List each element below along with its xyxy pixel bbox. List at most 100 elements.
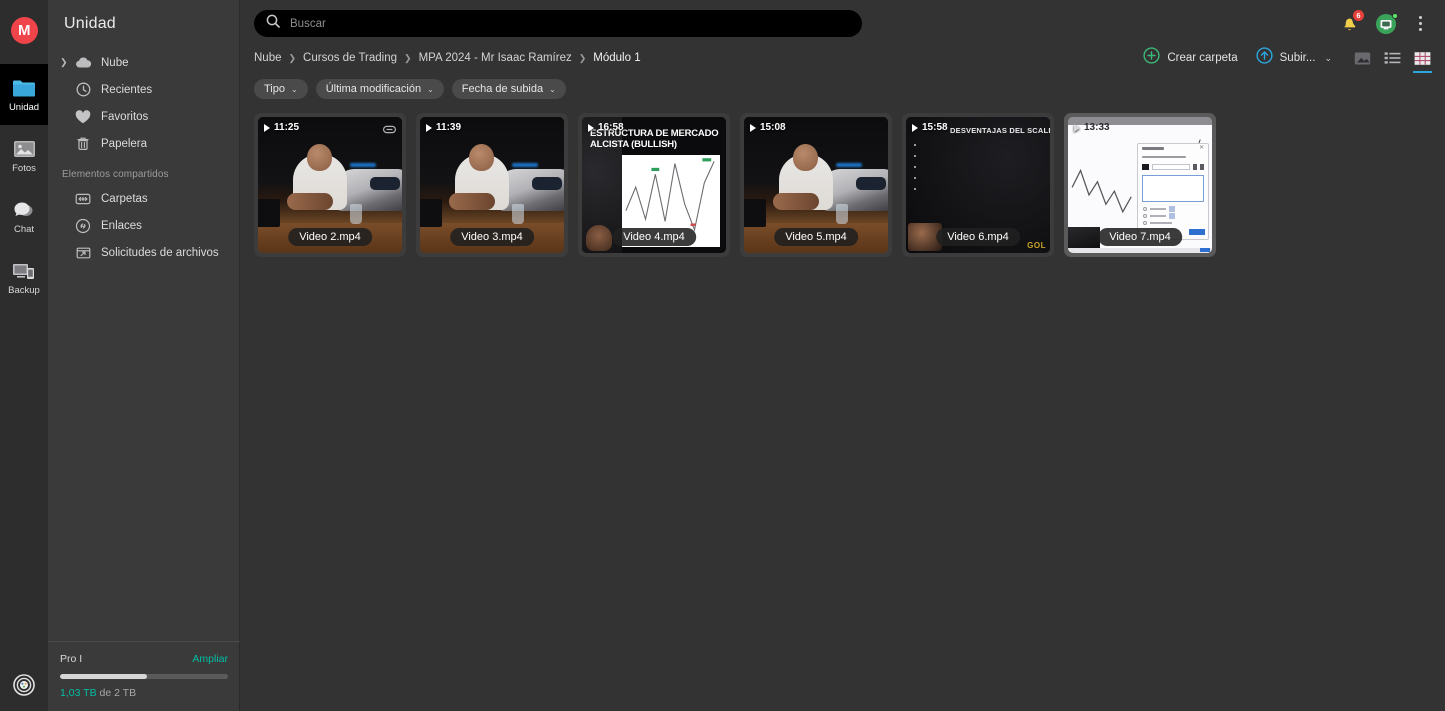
sidebar-item-favoritos[interactable]: Favoritos [48, 103, 239, 130]
filter-label: Fecha de subida [461, 83, 544, 95]
sidebar-item-label: Enlaces [101, 219, 142, 232]
filter-chip-ultima-modificacion[interactable]: Última modificación ⌄ [315, 79, 444, 99]
clock-icon [74, 81, 92, 99]
trash-icon [74, 135, 92, 153]
duration-text: 15:08 [760, 122, 786, 133]
filter-chip-tipo[interactable]: Tipo ⌄ [254, 79, 308, 99]
video-duration: 15:58 [912, 122, 948, 133]
folder-icon [11, 76, 37, 100]
search-input[interactable] [290, 17, 850, 30]
app-rail: M Unidad Fotos Chat Backup [0, 0, 48, 711]
file-card[interactable]: 15:08 Video 5.mp4 [740, 113, 892, 257]
breadcrumb-item-2[interactable]: MPA 2024 - Mr Isaac Ramírez [419, 52, 572, 64]
video-duration: 13:33 [1074, 122, 1110, 133]
sidebar-item-label: Nube [101, 56, 129, 69]
file-name: Video 4.mp4 [612, 228, 696, 246]
create-folder-button[interactable]: Crear carpeta [1143, 47, 1238, 69]
file-request-icon [74, 244, 92, 262]
link-icon[interactable] [383, 122, 397, 140]
rail-item-unidad[interactable]: Unidad [0, 64, 48, 125]
file-card[interactable]: 11:39 Video 3.mp4 [416, 113, 568, 257]
video-duration: 15:08 [750, 122, 786, 133]
sidebar-item-label: Carpetas [101, 192, 148, 205]
play-icon [264, 123, 270, 132]
rail-item-label: Backup [8, 285, 40, 297]
play-icon [1074, 123, 1080, 132]
file-grid: 11:25 Video 2.mp4 11:39 Video 3.mp4 ESTR… [240, 99, 1445, 257]
breadcrumb-item-1[interactable]: Cursos de Trading [303, 52, 397, 64]
heart-icon [74, 108, 92, 126]
main-content: 6 Nub [240, 0, 1445, 711]
slide-title: DESVENTAJAS DEL SCALPING [950, 126, 1050, 135]
video-duration: 16:58 [588, 122, 624, 133]
upgrade-link[interactable]: Ampliar [192, 653, 228, 665]
filter-chips: Tipo ⌄ Última modificación ⌄ Fecha de su… [240, 69, 1445, 99]
rail-item-fotos[interactable]: Fotos [0, 125, 48, 186]
play-icon [588, 123, 594, 132]
sidebar-item-nube[interactable]: ❯ Nube [48, 49, 239, 76]
grid-view-icon[interactable] [1413, 50, 1432, 73]
duration-text: 16:58 [598, 122, 624, 133]
breadcrumb: Nube ❯ Cursos de Trading ❯ MPA 2024 - Mr… [254, 52, 641, 64]
media-view-icon[interactable] [1354, 50, 1371, 67]
link-icon [74, 217, 92, 235]
storage-plan-label: Pro I [60, 653, 83, 665]
breadcrumb-separator: ❯ [578, 52, 587, 63]
chevron-down-icon[interactable]: ⌄ [1324, 53, 1332, 64]
settings-icon[interactable] [13, 674, 35, 701]
sidebar-item-label: Solicitudes de archivos [101, 246, 219, 259]
file-card[interactable]: DESVENTAJAS DEL SCALPING GOL [902, 113, 1054, 257]
sidebar-item-label: Papelera [101, 137, 148, 150]
rail-item-backup[interactable]: Backup [0, 247, 48, 308]
breadcrumb-item-0[interactable]: Nube [254, 52, 282, 64]
shared-folders-icon [74, 190, 92, 208]
breadcrumb-separator: ❯ [404, 52, 412, 63]
file-card[interactable]: ✕ 13:33 Video 7.mp4 [1064, 113, 1216, 257]
file-name: Video 6.mp4 [936, 228, 1020, 246]
file-card[interactable]: ESTRUCTURA DE MERCADO ALCISTA (BULLISH) … [578, 113, 730, 257]
list-view-icon[interactable] [1384, 50, 1401, 67]
watermark: GOL [1027, 241, 1046, 250]
upload-button[interactable]: Subir... ⌄ [1256, 47, 1332, 69]
sidebar-item-label: Recientes [101, 83, 153, 96]
storage-progress-fill [60, 674, 147, 679]
sidebar-item-papelera[interactable]: Papelera [48, 130, 239, 157]
photos-icon [11, 137, 37, 161]
search-bar[interactable] [254, 10, 862, 37]
notifications-button[interactable]: 6 [1340, 9, 1364, 34]
chatbot-button[interactable] [1375, 12, 1398, 35]
chevron-down-icon: ⌄ [291, 84, 298, 94]
rail-item-chat[interactable]: Chat [0, 186, 48, 247]
sidebar-item-recientes[interactable]: Recientes [48, 76, 239, 103]
kebab-menu-icon[interactable] [1412, 15, 1428, 33]
cloud-icon [74, 54, 92, 72]
breadcrumb-separator: ❯ [288, 52, 297, 63]
online-status-dot [1392, 12, 1398, 19]
chat-icon [11, 198, 37, 222]
filter-chip-fecha-de-subida[interactable]: Fecha de subida ⌄ [451, 79, 566, 99]
view-toggle-group [1354, 50, 1432, 73]
file-name: Video 3.mp4 [450, 228, 534, 246]
sidebar-item-enlaces[interactable]: Enlaces [48, 212, 239, 239]
rail-bottom [0, 674, 48, 701]
rail-item-label: Chat [13, 224, 35, 236]
file-card[interactable]: 11:25 Video 2.mp4 [254, 113, 406, 257]
sidebar-item-label: Favoritos [101, 110, 149, 123]
user-avatar[interactable]: M [10, 17, 38, 44]
file-name: Video 2.mp4 [288, 228, 372, 246]
rail-items: Unidad Fotos Chat Backup [0, 64, 48, 308]
storage-header: Pro I Ampliar [60, 653, 228, 665]
storage-progress-bar [60, 674, 228, 679]
chevron-down-icon: ⌄ [427, 84, 434, 94]
mega-drive-window: M Unidad Fotos Chat Backup Unidad ❯ Nube… [0, 0, 1445, 711]
play-icon [912, 123, 918, 132]
sidebar: Unidad ❯ Nube Recientes Favoritos Papele… [48, 0, 240, 711]
sidebar-item-solicitudes[interactable]: Solicitudes de archivos [48, 239, 239, 266]
sidebar-nav: ❯ Nube Recientes Favoritos Papelera Elem… [48, 49, 239, 266]
chevron-right-icon[interactable]: ❯ [60, 58, 70, 67]
filter-label: Última modificación [325, 83, 422, 95]
sidebar-item-carpetas[interactable]: Carpetas [48, 185, 239, 212]
breadcrumb-item-3[interactable]: Módulo 1 [593, 52, 640, 64]
search-icon [266, 14, 280, 33]
rail-item-label: Unidad [8, 102, 40, 114]
